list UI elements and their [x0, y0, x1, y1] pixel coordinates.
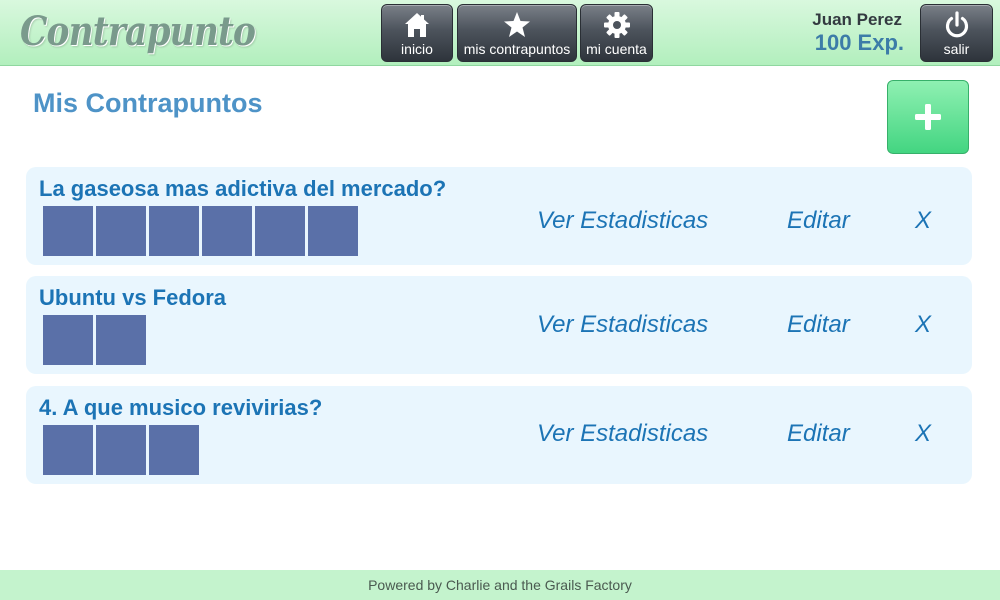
- contrapunto-card: Ubuntu vs Fedora Ver Estadisticas Editar…: [26, 276, 972, 374]
- option-square: [96, 315, 146, 365]
- gear-icon: [603, 12, 630, 38]
- edit-link[interactable]: Editar: [787, 311, 850, 339]
- user-name: Juan Perez: [812, 10, 902, 29]
- footer: Powered by Charlie and the Grails Factor…: [0, 570, 1000, 600]
- option-square: [96, 425, 146, 475]
- add-contrapunto-button[interactable]: [887, 80, 969, 154]
- nav-inicio-label: inicio: [401, 41, 433, 57]
- nav-mis-contrapuntos-label: mis contrapuntos: [463, 41, 571, 57]
- option-square: [43, 315, 93, 365]
- view-stats-link[interactable]: Ver Estadisticas: [537, 207, 708, 235]
- app-logo[interactable]: Contrapunto: [20, 8, 256, 55]
- edit-link[interactable]: Editar: [787, 420, 850, 448]
- logout-label: salir: [943, 41, 970, 57]
- delete-link[interactable]: X: [915, 420, 931, 448]
- nav-mi-cuenta-button[interactable]: mi cuenta: [580, 4, 653, 62]
- option-square: [149, 206, 199, 256]
- option-square: [43, 206, 93, 256]
- delete-link[interactable]: X: [915, 311, 931, 339]
- footer-text: Powered by Charlie and the Grails Factor…: [368, 577, 632, 593]
- view-stats-link[interactable]: Ver Estadisticas: [537, 420, 708, 448]
- option-square: [149, 425, 199, 475]
- nav-mis-contrapuntos-button[interactable]: mis contrapuntos: [457, 4, 577, 62]
- nav-mi-cuenta-label: mi cuenta: [586, 41, 647, 57]
- edit-link[interactable]: Editar: [787, 207, 850, 235]
- delete-link[interactable]: X: [915, 207, 931, 235]
- option-squares: [43, 425, 199, 475]
- option-square: [202, 206, 252, 256]
- plus-icon: [915, 104, 941, 130]
- option-squares: [43, 206, 358, 256]
- option-square: [43, 425, 93, 475]
- contrapunto-title: La gaseosa mas adictiva del mercado?: [39, 176, 447, 201]
- logout-button[interactable]: salir: [920, 4, 993, 62]
- option-squares: [43, 315, 146, 365]
- home-icon: [405, 13, 429, 37]
- nav-inicio-button[interactable]: inicio: [381, 4, 453, 62]
- option-square: [96, 206, 146, 256]
- option-square: [255, 206, 305, 256]
- star-icon: [504, 12, 530, 37]
- option-square: [308, 206, 358, 256]
- contrapunto-title: 4. A que musico revivirias?: [39, 395, 323, 420]
- contrapunto-title: Ubuntu vs Fedora: [39, 285, 227, 310]
- power-icon: [945, 11, 968, 38]
- view-stats-link[interactable]: Ver Estadisticas: [537, 311, 708, 339]
- contrapunto-card: La gaseosa mas adictiva del mercado? Ver…: [26, 167, 972, 265]
- contrapunto-card: 4. A que musico revivirias? Ver Estadist…: [26, 386, 972, 484]
- page-title: Mis Contrapuntos: [33, 88, 263, 118]
- top-bar: Contrapunto inicio mis contrapuntos mi c…: [0, 0, 1000, 66]
- user-experience: 100 Exp.: [814, 30, 904, 55]
